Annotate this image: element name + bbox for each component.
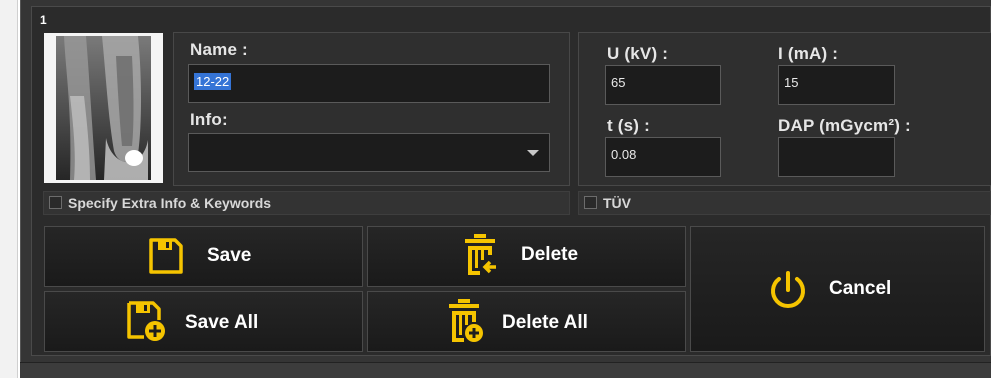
save-all-label: Save All [185, 312, 259, 333]
time-label: t (s) : [607, 116, 650, 135]
info-label: Info: [190, 110, 228, 129]
tuv-row[interactable]: TÜV [578, 191, 991, 215]
chevron-down-icon[interactable] [527, 150, 539, 156]
name-value: 12-22 [194, 73, 232, 90]
dap-field[interactable] [778, 137, 895, 177]
dap-label: DAP (mGycm²) : [778, 116, 911, 135]
time-field[interactable]: 0.08 [605, 137, 721, 177]
save-label: Save [207, 245, 252, 266]
floppy-disk-icon [149, 238, 183, 274]
panel-number: 1 [40, 13, 47, 27]
info-dropdown[interactable] [188, 133, 550, 172]
floppy-disk-plus-icon [127, 301, 165, 341]
xray-thumbnail[interactable] [44, 33, 163, 183]
left-margin [0, 0, 18, 378]
bottom-bar [20, 362, 991, 378]
delete-button[interactable]: Delete [367, 226, 686, 287]
current-label: I (mA) : [778, 44, 839, 63]
voltage-label: U (kV) : [607, 44, 669, 63]
delete-label: Delete [521, 244, 579, 265]
current-field[interactable]: 15 [778, 65, 895, 105]
cancel-label: Cancel [829, 278, 892, 299]
extra-info-label: Specify Extra Info & Keywords [68, 195, 272, 211]
trash-plus-icon [449, 299, 483, 342]
save-button[interactable]: Save [44, 226, 363, 287]
voltage-field[interactable]: 65 [605, 65, 721, 105]
tuv-label: TÜV [603, 195, 631, 211]
name-field[interactable]: 12-22 [188, 64, 550, 103]
xray-image [56, 36, 151, 180]
delete-all-label: Delete All [502, 312, 588, 333]
extra-info-checkbox[interactable] [49, 196, 62, 209]
delete-all-button[interactable]: Delete All [367, 291, 686, 352]
trash-arrow-icon [465, 234, 496, 275]
extra-info-row[interactable]: Specify Extra Info & Keywords [43, 191, 570, 215]
cancel-button[interactable]: Cancel [690, 226, 985, 352]
power-icon [771, 271, 805, 308]
save-all-button[interactable]: Save All [44, 291, 363, 352]
tuv-checkbox[interactable] [584, 196, 597, 209]
name-label: Name : [190, 40, 248, 59]
